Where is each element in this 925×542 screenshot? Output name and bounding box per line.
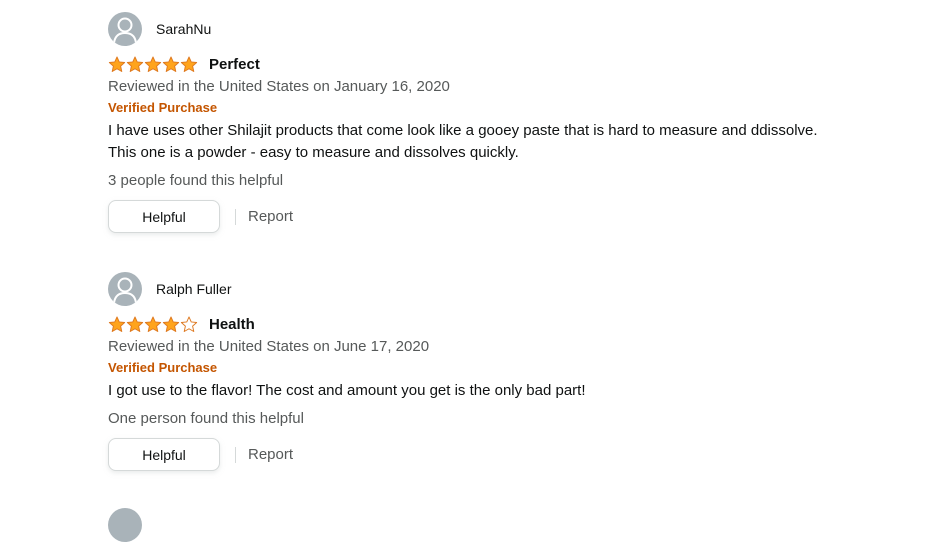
review-title[interactable]: Health <box>209 316 255 333</box>
helpful-count: One person found this helpful <box>108 410 304 427</box>
review-body-line: I got use to the flavor! The cost and am… <box>108 382 586 399</box>
report-link[interactable]: Report <box>248 446 293 463</box>
helpful-button[interactable]: Helpful <box>108 200 220 233</box>
star-filled-icon <box>126 315 144 332</box>
star-filled-icon <box>108 315 126 332</box>
review-body: I have uses other Shilajit products that… <box>108 120 908 164</box>
star-rating[interactable] <box>108 315 198 333</box>
reviewer-name[interactable]: SarahNu <box>156 21 211 37</box>
avatar-icon[interactable] <box>108 12 142 46</box>
star-filled-icon <box>126 55 144 72</box>
avatar-icon[interactable] <box>108 272 142 306</box>
divider <box>235 208 236 225</box>
star-filled-icon <box>144 315 162 332</box>
review-body-line: I have uses other Shilajit products that… <box>108 122 818 139</box>
helpful-button[interactable]: Helpful <box>108 438 220 471</box>
review-body: I got use to the flavor! The cost and am… <box>108 380 908 402</box>
star-filled-icon <box>144 55 162 72</box>
reviewer-profile[interactable]: Ralph Fuller <box>108 272 908 306</box>
reviewer-profile[interactable]: SarahNu <box>108 12 908 46</box>
review-date: Reviewed in the United States on January… <box>108 78 450 95</box>
avatar-icon[interactable] <box>108 508 142 542</box>
helpful-count: 3 people found this helpful <box>108 172 284 189</box>
review: Ralph Fuller Health Reviewed in the Unit… <box>108 272 908 471</box>
verified-purchase-badge[interactable]: Verified Purchase <box>108 360 908 376</box>
review: SarahNu Perfect Reviewed in the United S… <box>108 12 908 233</box>
star-filled-icon <box>108 55 126 72</box>
star-filled-icon <box>162 315 180 332</box>
star-filled-icon <box>162 55 180 72</box>
star-empty-icon <box>180 315 198 332</box>
report-link[interactable]: Report <box>248 208 293 225</box>
review-title[interactable]: Perfect <box>209 56 260 73</box>
review-body-line: This one is a powder - easy to measure a… <box>108 144 519 161</box>
star-filled-icon <box>180 55 198 72</box>
star-rating[interactable] <box>108 55 198 73</box>
divider <box>235 446 236 463</box>
review-date: Reviewed in the United States on June 17… <box>108 338 430 355</box>
verified-purchase-badge[interactable]: Verified Purchase <box>108 100 908 116</box>
reviewer-name[interactable]: Ralph Fuller <box>156 281 231 297</box>
